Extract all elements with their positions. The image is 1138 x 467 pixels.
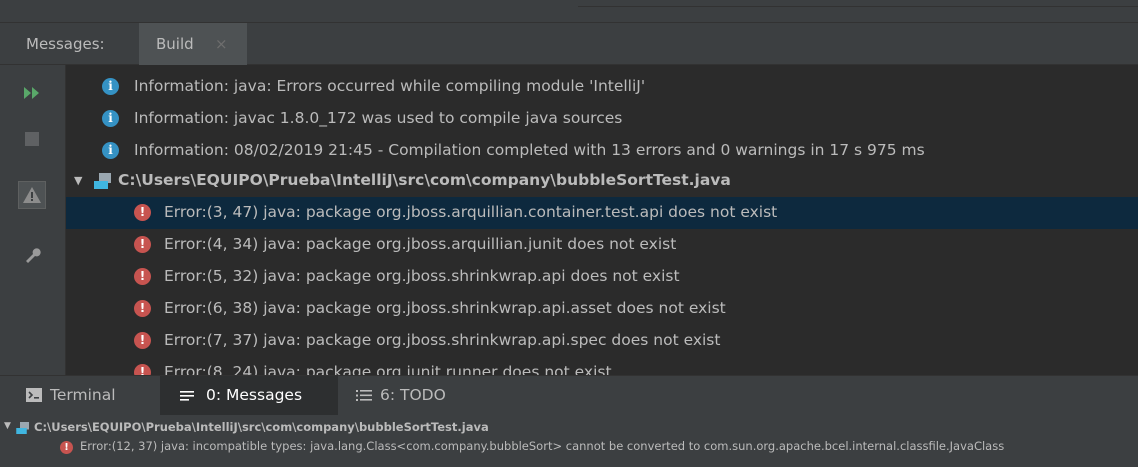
- tree-row-file[interactable]: ▼ C:\Users\EQUIPO\Prueba\IntelliJ\src\co…: [66, 165, 1138, 197]
- info-icon: i: [102, 78, 119, 95]
- terminal-icon: [26, 388, 42, 402]
- error-icon: !: [134, 268, 151, 285]
- tool-window-toolbar: [0, 65, 66, 375]
- java-file-icon: [94, 173, 111, 189]
- warnings-filter-toggle[interactable]: [18, 181, 46, 209]
- tab-terminal-label: Terminal: [50, 386, 116, 404]
- message-text: Error:(4, 34) java: package org.jboss.ar…: [164, 235, 677, 253]
- tab-build-label: Build: [156, 35, 194, 53]
- messages-label: Messages:: [26, 35, 105, 53]
- messages-tree: i Information: java: Errors occurred whi…: [66, 65, 1138, 375]
- info-icon: i: [102, 110, 119, 127]
- status-file-path: C:\Users\EQUIPO\Prueba\IntelliJ\src\com\…: [34, 420, 489, 434]
- todo-list-icon: [356, 390, 372, 401]
- tab-messages[interactable]: 0: Messages: [160, 376, 338, 415]
- tree-row-error[interactable]: ! Error:(8, 24) java: package org.junit.…: [66, 357, 1138, 375]
- message-text: Error:(3, 47) java: package org.jboss.ar…: [164, 203, 778, 221]
- message-text: Error:(5, 32) java: package org.jboss.sh…: [164, 267, 680, 285]
- rerun-icon: [24, 87, 39, 99]
- expand-arrow-icon[interactable]: ▼: [4, 421, 11, 431]
- error-icon: !: [60, 441, 73, 454]
- divider: [578, 6, 1138, 7]
- status-messages-preview: ▼ C:\Users\EQUIPO\Prueba\IntelliJ\src\co…: [0, 415, 1138, 467]
- tab-todo[interactable]: 6: TODO: [350, 376, 460, 415]
- tree-row-error[interactable]: ! Error:(4, 34) java: package org.jboss.…: [66, 229, 1138, 261]
- message-text: Error:(8, 24) java: package org.junit.ru…: [164, 363, 612, 375]
- tree-row-error[interactable]: ! Error:(6, 38) java: package org.jboss.…: [66, 293, 1138, 325]
- stop-button[interactable]: [18, 125, 46, 153]
- tab-todo-label: 6: TODO: [380, 386, 446, 404]
- message-text: Information: javac 1.8.0_172 was used to…: [134, 109, 623, 127]
- warning-filter-icon: [23, 187, 41, 203]
- error-icon: !: [134, 204, 151, 221]
- tree-row-info[interactable]: i Information: javac 1.8.0_172 was used …: [66, 103, 1138, 135]
- info-icon: i: [102, 142, 119, 159]
- message-text: Error:(6, 38) java: package org.jboss.sh…: [164, 299, 726, 317]
- tab-terminal[interactable]: Terminal: [0, 376, 160, 415]
- message-text: Information: 08/02/2019 21:45 - Compilat…: [134, 141, 925, 159]
- tab-messages-label: 0: Messages: [206, 386, 303, 404]
- messages-list-icon: [180, 391, 194, 401]
- file-path: C:\Users\EQUIPO\Prueba\IntelliJ\src\com\…: [118, 171, 731, 189]
- rerun-button[interactable]: [18, 79, 46, 107]
- expand-arrow-icon[interactable]: ▼: [74, 174, 82, 187]
- close-icon[interactable]: ×: [215, 35, 228, 53]
- status-error-text: Error:(12, 37) java: incompatible types:…: [80, 439, 1005, 453]
- tree-row-error[interactable]: ! Error:(7, 37) java: package org.jboss.…: [66, 325, 1138, 357]
- stop-icon: [25, 132, 39, 146]
- settings-wrench-icon: [26, 248, 41, 263]
- tab-build[interactable]: Build ×: [139, 23, 247, 65]
- settings-button[interactable]: [18, 241, 46, 269]
- tree-row-info[interactable]: i Information: 08/02/2019 21:45 - Compil…: [66, 135, 1138, 167]
- top-strip: [0, 0, 1138, 22]
- tool-window-tab-bar: Messages: Build ×: [0, 22, 1138, 65]
- error-icon: !: [134, 364, 151, 375]
- bottom-tool-tabs: Terminal 0: Messages 6: TODO: [0, 375, 1138, 415]
- java-file-icon: [16, 422, 29, 434]
- tree-row-info[interactable]: i Information: java: Errors occurred whi…: [66, 71, 1138, 103]
- error-icon: !: [134, 236, 151, 253]
- error-icon: !: [134, 300, 151, 317]
- error-icon: !: [134, 332, 151, 349]
- message-text: Information: java: Errors occurred while…: [134, 77, 646, 95]
- tree-row-error[interactable]: ! Error:(5, 32) java: package org.jboss.…: [66, 261, 1138, 293]
- tree-row-error[interactable]: ! Error:(3, 47) java: package org.jboss.…: [66, 197, 1138, 229]
- message-text: Error:(7, 37) java: package org.jboss.sh…: [164, 331, 721, 349]
